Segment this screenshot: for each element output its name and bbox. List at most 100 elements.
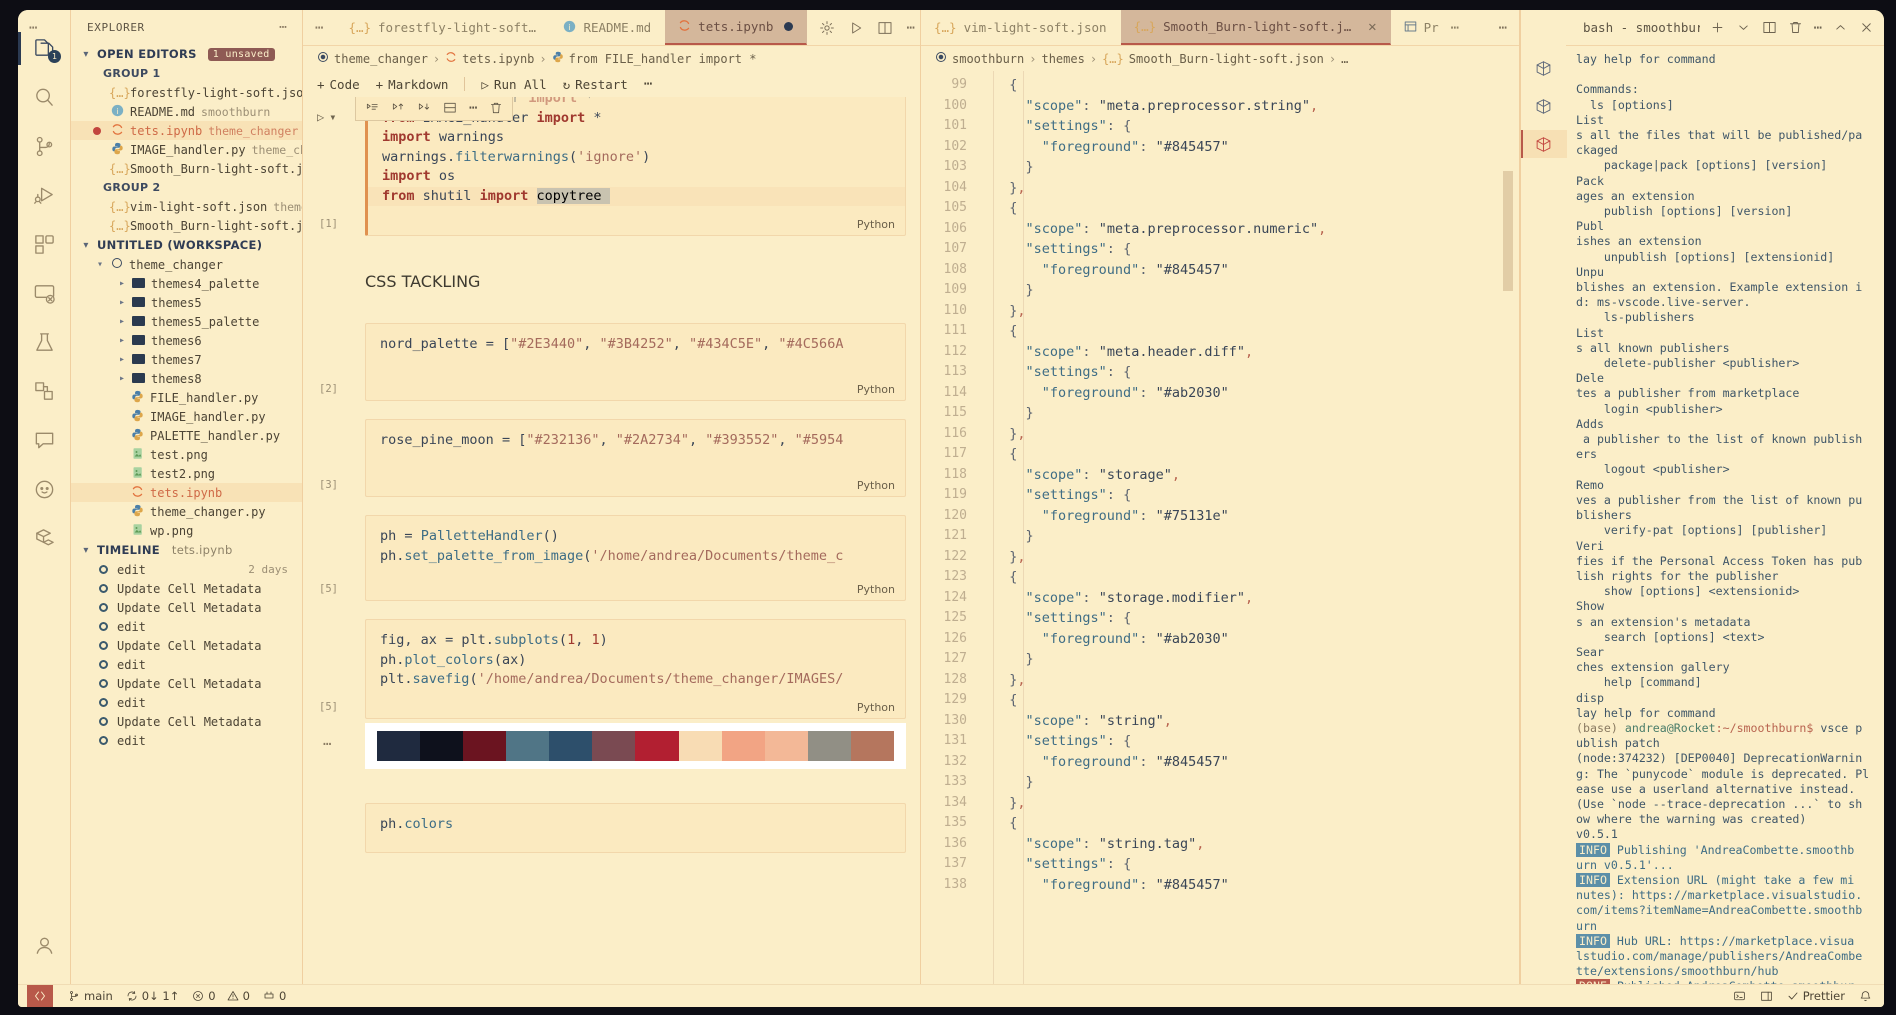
run-cell-button[interactable]: ▷ ▾ — [317, 110, 336, 124]
tab-tets-ipynb[interactable]: tets.ipynb — [665, 10, 808, 45]
layout-icon[interactable] — [1760, 990, 1773, 1003]
tab-dirty-dot[interactable] — [784, 22, 794, 31]
notebook-cell[interactable]: [5] fig, ax = plt.subplots(1, 1) ph.plot… — [303, 619, 920, 719]
trash-icon[interactable] — [1788, 20, 1803, 35]
panel-more-icon[interactable]: ⋯ — [29, 20, 37, 36]
activitybar-run-and-debug[interactable] — [18, 171, 70, 220]
notebook-cell[interactable]: [5] ph = PalletteHandler() ph.set_palett… — [303, 515, 920, 601]
tree-item-folder[interactable]: ▸ themes6 — [71, 331, 302, 350]
timeline-entry[interactable]: edit — [71, 617, 302, 636]
close-icon[interactable]: ✕ — [1368, 19, 1376, 35]
chevron-down-icon[interactable]: ▾ — [329, 110, 336, 124]
tab-readme[interactable]: i README.md — [550, 10, 665, 45]
activitybar-extensions[interactable] — [18, 220, 70, 269]
chevron-down-icon[interactable] — [1736, 20, 1751, 35]
tab-preview[interactable]: Pr ⋯ — [1391, 10, 1474, 45]
cell-editor[interactable]: fig, ax = plt.subplots(1, 1) ph.plot_col… — [365, 619, 906, 719]
terminal-instance-3[interactable] — [1520, 130, 1567, 158]
timeline-entry[interactable]: Update Cell Metadata — [71, 579, 302, 598]
json-code-area[interactable]: 99 100 101 102 103 104 105 106 107 108 109 110 111 11… — [921, 71, 1519, 984]
timeline-entry[interactable]: edit — [71, 655, 302, 674]
markdown-cell[interactable]: CSS TACKLING — [303, 258, 920, 305]
open-editor-item[interactable]: {…} forestfly-light-soft.json the… — [71, 83, 302, 102]
terminal-more-icon[interactable]: ⋯ — [1814, 20, 1822, 36]
tree-item-file[interactable]: PALETTE_handler.py — [71, 426, 302, 445]
tree-item-folder[interactable]: ▸ themes4_palette — [71, 274, 302, 293]
status-problems[interactable]: 0 0 — [192, 989, 250, 1003]
timeline-entry[interactable]: edit — [71, 693, 302, 712]
timeline-entry[interactable]: Update Cell Metadata — [71, 712, 302, 731]
terminal-instance-1[interactable] — [1521, 54, 1567, 82]
notebook-cell[interactable]: ▷ ▾ [1] from FILE_handler import * from … — [303, 97, 920, 236]
activitybar-jupyter[interactable] — [18, 367, 70, 416]
tab-forestfly-json[interactable]: {…} forestfly-light-soft.json — [335, 10, 550, 45]
tabbar-more-icon[interactable]: ⋯ — [303, 10, 335, 45]
split-terminal-icon[interactable] — [1762, 20, 1777, 35]
tab-more-icon[interactable]: ⋯ — [1451, 20, 1459, 36]
workspace-root-row[interactable]: ▾ theme_changer — [71, 255, 302, 274]
open-editor-item-active[interactable]: tets.ipynb theme_changer — [71, 121, 302, 140]
terminal-output[interactable]: lay help for command Commands: ls [optio… — [1566, 46, 1884, 984]
notebook-cell[interactable]: [3] rose_pine_moon = ["#232136", "#2A273… — [303, 419, 920, 497]
split-editor-icon[interactable] — [877, 20, 893, 36]
open-editor-item[interactable]: IMAGE_handler.py theme_changer — [71, 140, 302, 159]
notebook-more-icon[interactable]: ⋯ — [644, 76, 652, 92]
output-more-icon[interactable]: … — [323, 733, 333, 749]
open-editor-item[interactable]: {…} vim-light-soft.json theme_chan… — [71, 197, 302, 216]
notebook-cell[interactable]: [2] nord_palette = ["#2E3440", "#3B4252"… — [303, 323, 920, 401]
cell-language[interactable]: Python — [857, 383, 895, 396]
open-editor-item[interactable]: i README.md smoothburn — [71, 102, 302, 121]
delete-cell-icon[interactable] — [489, 101, 503, 115]
tab-smooth-burn-light-soft[interactable]: {…} Smooth_Burn-light-soft.json ✕ — [1120, 10, 1391, 45]
cell-editor[interactable]: rose_pine_moon = ["#232136", "#2A2734", … — [365, 419, 906, 497]
remote-indicator[interactable] — [27, 984, 53, 1007]
python-env-icon[interactable] — [1733, 990, 1746, 1003]
breadcrumb-item[interactable]: smoothburn — [952, 52, 1024, 66]
run-below-icon[interactable] — [417, 101, 431, 115]
cell-editor[interactable]: ph = PalletteHandler() ph.set_palette_fr… — [365, 515, 906, 601]
breadcrumb-item[interactable]: theme_changer — [334, 52, 428, 66]
timeline-entry[interactable]: edit 2 days — [71, 560, 302, 579]
tree-item-file[interactable]: test2.png — [71, 464, 302, 483]
activitybar-remote-explorer[interactable] — [18, 269, 70, 318]
add-terminal-icon[interactable] — [1710, 20, 1725, 35]
editor-more-icon[interactable]: ⋯ — [906, 20, 914, 36]
open-editor-item[interactable]: {…} Smooth_Burn-light-soft.json s… — [71, 159, 302, 178]
cell-language[interactable]: Python — [857, 701, 895, 714]
cell-language[interactable]: Python — [857, 479, 895, 492]
code-lines[interactable]: { "scope": "meta.preprocessor.string", "… — [977, 71, 1491, 984]
notebook-cell[interactable]: ph.colors — [303, 803, 920, 853]
breadcrumb-item[interactable]: Smooth_Burn-light-soft.json — [1129, 52, 1324, 66]
tree-item-folder[interactable]: ▸ themes8 — [71, 369, 302, 388]
section-open-editors[interactable]: ▾ OPEN EDITORS 1 unsaved — [71, 44, 302, 64]
section-workspace[interactable]: ▾ UNTITLED (WORKSPACE) — [71, 235, 302, 255]
bell-icon[interactable] — [1859, 990, 1872, 1003]
timeline-entry[interactable]: Update Cell Metadata — [71, 598, 302, 617]
activitybar-search[interactable] — [18, 73, 70, 122]
run-icon[interactable] — [848, 20, 864, 36]
tree-item-file[interactable]: IMAGE_handler.py — [71, 407, 302, 426]
add-code-cell-button[interactable]: + Code — [317, 77, 360, 92]
chevron-up-icon[interactable] — [1833, 20, 1848, 35]
tree-item-file[interactable]: FILE_handler.py — [71, 388, 302, 407]
cell-editor[interactable]: nord_palette = ["#2E3440", "#3B4252", "#… — [365, 323, 906, 401]
cell-more-icon[interactable]: ⋯ — [469, 100, 477, 116]
breadcrumb-item[interactable]: … — [1341, 52, 1348, 66]
minimap[interactable] — [1491, 71, 1519, 984]
status-branch[interactable]: main — [68, 989, 113, 1003]
activitybar-testing[interactable] — [18, 318, 70, 367]
cell-language[interactable]: Python — [857, 218, 895, 231]
gear-icon[interactable] — [819, 20, 835, 36]
tree-item-folder[interactable]: ▸ themes5 — [71, 293, 302, 312]
run-all-button[interactable]: ▷ Run All — [481, 77, 546, 92]
tree-item-folder[interactable]: ▸ themes7 — [71, 350, 302, 369]
cell-editor[interactable]: ph.colors — [365, 803, 906, 853]
activitybar-copilot[interactable] — [18, 465, 70, 514]
run-above-icon[interactable] — [391, 101, 405, 115]
tree-item-file[interactable]: theme_changer.py — [71, 502, 302, 521]
timeline-entry[interactable]: edit — [71, 731, 302, 750]
timeline-entry[interactable]: Update Cell Metadata — [71, 636, 302, 655]
cell-language[interactable]: Python — [857, 583, 895, 596]
tree-item-file[interactable]: test.png — [71, 445, 302, 464]
timeline-entry[interactable]: Update Cell Metadata — [71, 674, 302, 693]
